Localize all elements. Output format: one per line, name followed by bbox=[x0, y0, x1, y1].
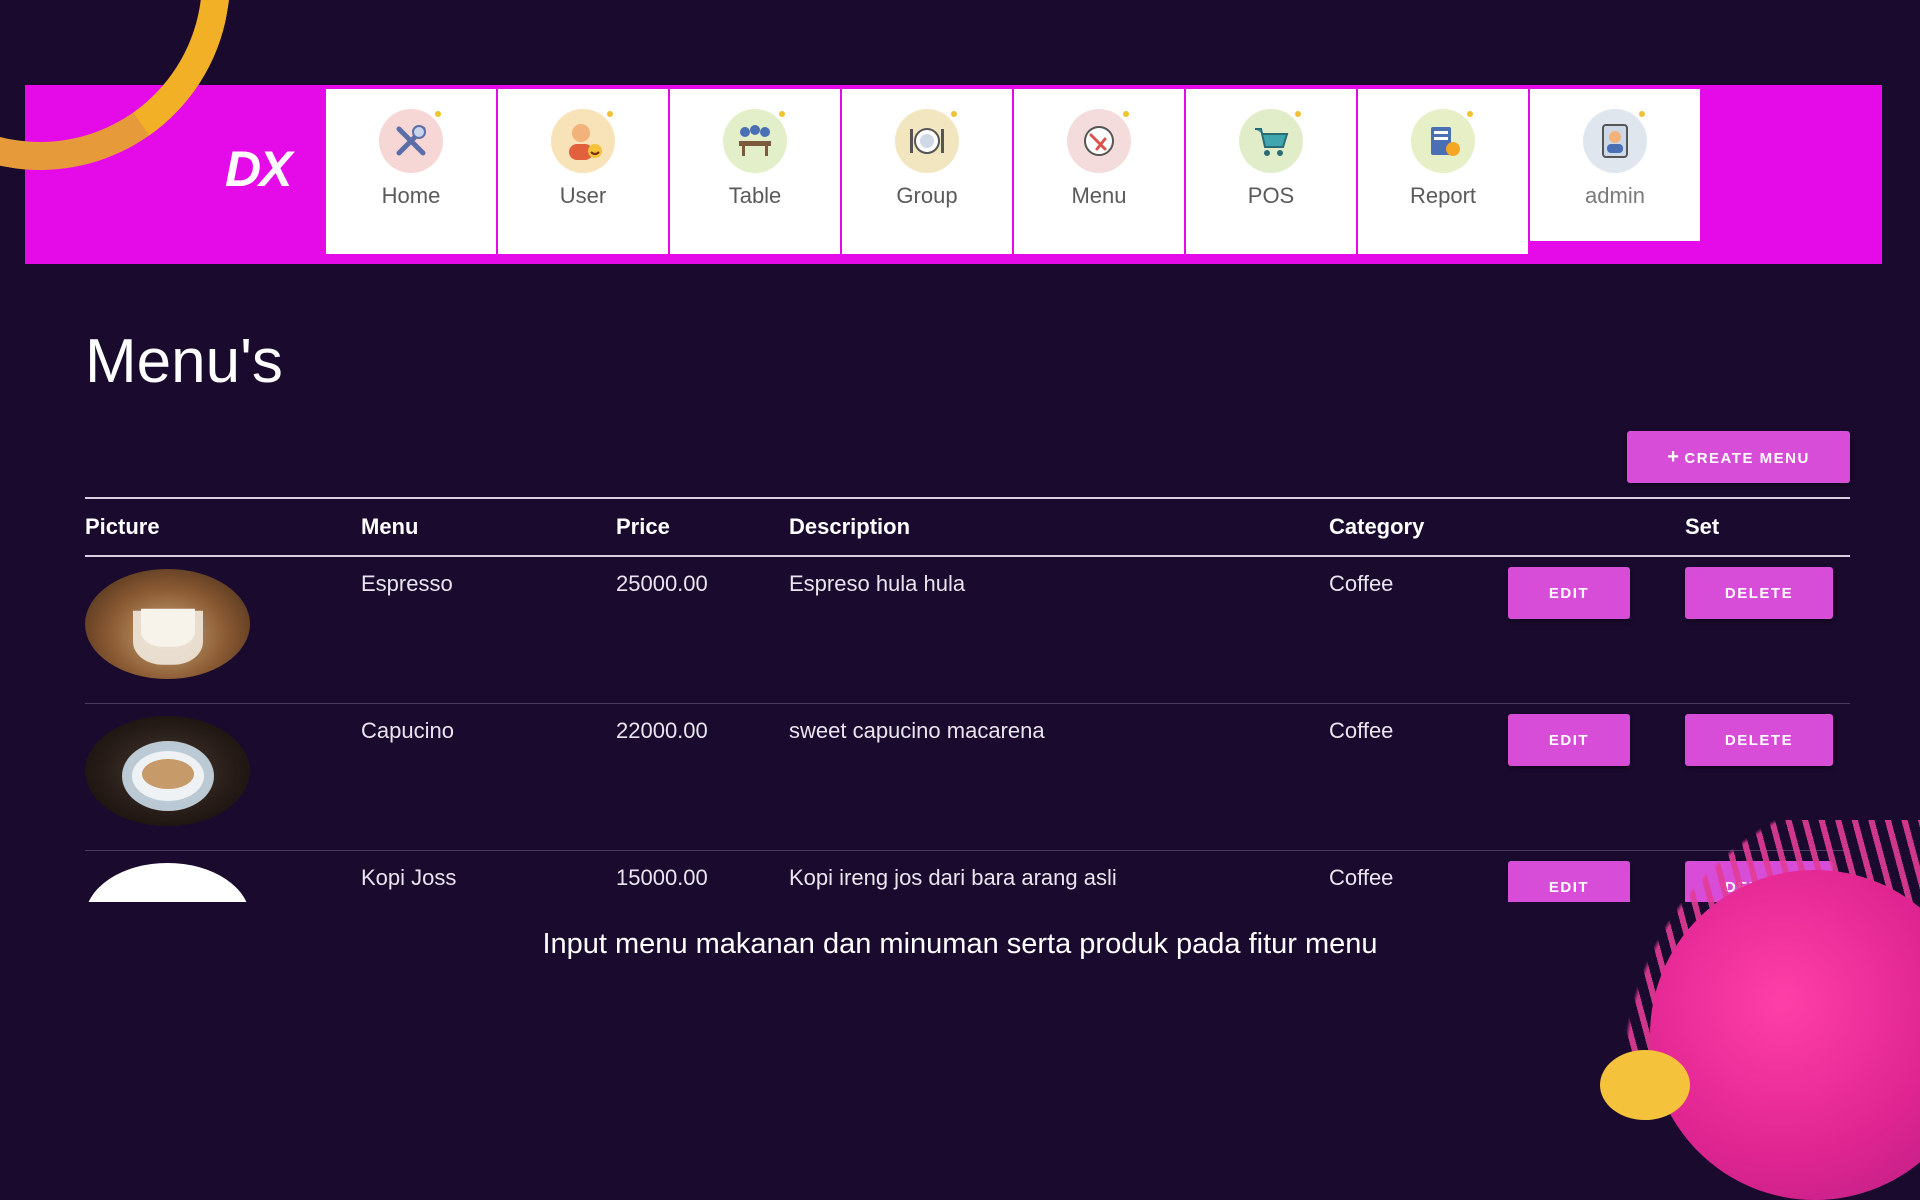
nav-item-table[interactable]: Table bbox=[670, 89, 840, 254]
nav-item-user[interactable]: User bbox=[498, 89, 668, 254]
nav-item-pos[interactable]: POS bbox=[1186, 89, 1356, 254]
create-menu-label: CREATE MENU bbox=[1684, 449, 1810, 467]
edit-cell: EDIT bbox=[1508, 850, 1685, 902]
brand-logo[interactable]: DX bbox=[225, 140, 292, 198]
header-category: Category bbox=[1329, 499, 1508, 557]
nav-label: Home bbox=[381, 183, 441, 208]
delete-cell: DELETE bbox=[1685, 556, 1850, 704]
decorative-blob bbox=[1650, 870, 1920, 1200]
admin-avatar-icon bbox=[1583, 109, 1647, 173]
user-icon bbox=[551, 109, 615, 173]
nav-item-home[interactable]: Home bbox=[326, 89, 496, 254]
header-picture: Picture bbox=[85, 499, 361, 557]
nav-item-report[interactable]: Report bbox=[1358, 89, 1528, 254]
menu-price: 25000.00 bbox=[616, 556, 789, 704]
picture-cell bbox=[85, 850, 361, 902]
nav-label: Table bbox=[728, 183, 782, 208]
page-title: Menu's bbox=[85, 327, 283, 396]
menu-description: Espreso hula hula bbox=[789, 556, 1329, 704]
delete-cell: DELETE bbox=[1685, 850, 1850, 902]
menu-picture bbox=[85, 569, 250, 679]
nav-item-menu[interactable]: Menu bbox=[1014, 89, 1184, 254]
nav-label: Group bbox=[896, 183, 958, 208]
nav-items: Home User Table Group Menu POS Report ad… bbox=[326, 89, 1702, 254]
delete-button[interactable]: DELETE bbox=[1685, 567, 1833, 619]
edit-button[interactable]: EDIT bbox=[1508, 861, 1630, 902]
menu-description: sweet capucino macarena bbox=[789, 703, 1329, 851]
menu-category: Coffee bbox=[1329, 850, 1508, 902]
table-row: Espresso 25000.00 Espreso hula hula Coff… bbox=[85, 556, 1850, 704]
edit-cell: EDIT bbox=[1508, 556, 1685, 704]
cart-icon bbox=[1239, 109, 1303, 173]
menu-category: Coffee bbox=[1329, 556, 1508, 704]
table-row: Capucino 22000.00 sweet capucino macaren… bbox=[85, 703, 1850, 851]
picture-cell bbox=[85, 556, 361, 704]
table-row: Kopi Joss 15000.00 Kopi ireng jos dari b… bbox=[85, 850, 1850, 902]
header-description: Description bbox=[789, 499, 1329, 557]
edit-button[interactable]: EDIT bbox=[1508, 567, 1630, 619]
plate-icon bbox=[895, 109, 959, 173]
header-empty bbox=[1508, 499, 1685, 557]
header-set: Set bbox=[1685, 499, 1850, 557]
nav-label: admin bbox=[1585, 183, 1645, 208]
create-menu-button[interactable]: + CREATE MENU bbox=[1627, 431, 1850, 483]
nav-label: User bbox=[559, 183, 607, 208]
delete-button[interactable]: DELETE bbox=[1685, 861, 1833, 902]
menu-icon bbox=[1067, 109, 1131, 173]
delete-button[interactable]: DELETE bbox=[1685, 714, 1833, 766]
edit-button[interactable]: EDIT bbox=[1508, 714, 1630, 766]
nav-label: Menu bbox=[1071, 183, 1127, 208]
nav-item-group[interactable]: Group bbox=[842, 89, 1012, 254]
nav-item-admin[interactable]: admin bbox=[1530, 89, 1700, 241]
table-icon bbox=[723, 109, 787, 173]
menu-category: Coffee bbox=[1329, 703, 1508, 851]
menu-description: Kopi ireng jos dari bara arang asli bbox=[789, 850, 1329, 902]
header-menu: Menu bbox=[361, 499, 616, 557]
picture-cell bbox=[85, 703, 361, 851]
menu-name: Espresso bbox=[361, 556, 616, 704]
menu-table: Picture Menu Price Description Category … bbox=[85, 499, 1850, 902]
menu-picture bbox=[85, 863, 250, 902]
table-header-row: Picture Menu Price Description Category … bbox=[85, 499, 1850, 557]
menu-price: 22000.00 bbox=[616, 703, 789, 851]
header-price: Price bbox=[616, 499, 789, 557]
menu-price: 15000.00 bbox=[616, 850, 789, 902]
utensils-icon bbox=[379, 109, 443, 173]
top-navbar: DX Home User Table Group Menu POS Report… bbox=[25, 85, 1882, 264]
menu-picture bbox=[85, 716, 250, 826]
report-icon bbox=[1411, 109, 1475, 173]
delete-cell: DELETE bbox=[1685, 703, 1850, 851]
edit-cell: EDIT bbox=[1508, 703, 1685, 851]
nav-label: Report bbox=[1409, 183, 1477, 208]
menu-name: Capucino bbox=[361, 703, 616, 851]
decorative-dot bbox=[1600, 1050, 1690, 1120]
plus-icon: + bbox=[1667, 445, 1681, 468]
video-caption: Input menu makanan dan minuman serta pro… bbox=[542, 928, 1378, 960]
nav-label: POS bbox=[1247, 183, 1295, 208]
menu-name: Kopi Joss bbox=[361, 850, 616, 902]
menu-table-container: Picture Menu Price Description Category … bbox=[85, 497, 1850, 902]
